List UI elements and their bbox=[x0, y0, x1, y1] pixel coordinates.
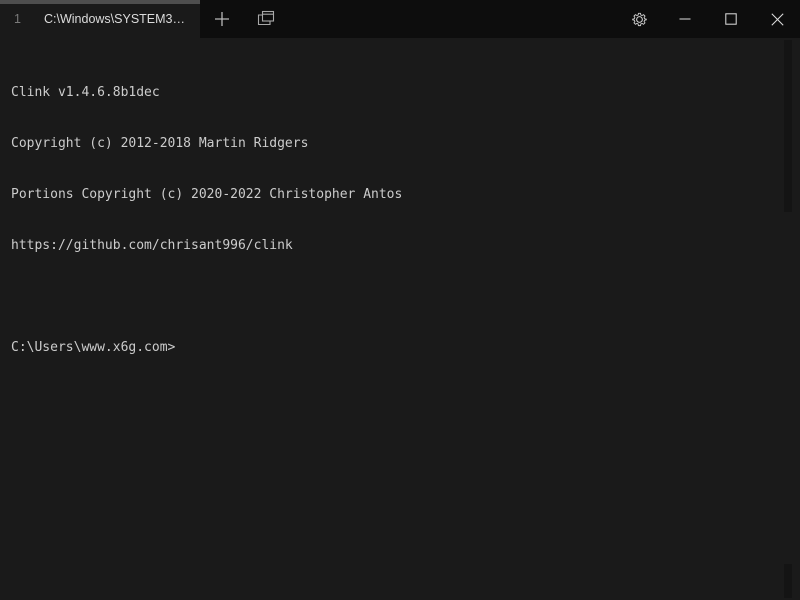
terminal-scrollbar[interactable] bbox=[782, 38, 800, 600]
tab-title-label: C:\Windows\SYSTEM3… bbox=[44, 12, 186, 26]
terminal-pane[interactable]: Clink v1.4.6.8b1dec Copyright (c) 2012-2… bbox=[0, 38, 800, 600]
scrollbar-thumb[interactable] bbox=[784, 40, 792, 212]
maximize-button[interactable] bbox=[708, 0, 754, 38]
maximize-icon bbox=[725, 13, 737, 25]
plus-icon bbox=[213, 10, 231, 28]
titlebar[interactable]: 1 C:\Windows\SYSTEM3… bbox=[0, 0, 800, 38]
terminal-line: Copyright (c) 2012-2018 Martin Ridgers bbox=[11, 136, 309, 151]
terminal-window: 1 C:\Windows\SYSTEM3… Clink v1.4.6.8b1de… bbox=[0, 0, 800, 600]
panes-icon bbox=[256, 9, 276, 29]
terminal-output: Clink v1.4.6.8b1dec Copyright (c) 2012-2… bbox=[11, 50, 402, 390]
tab-strip: 1 C:\Windows\SYSTEM3… bbox=[0, 0, 200, 38]
scrollbar-bottom-marker[interactable] bbox=[784, 564, 792, 598]
terminal-line: https://github.com/chrisant996/clink bbox=[11, 238, 293, 253]
terminal-line: Clink v1.4.6.8b1dec bbox=[11, 85, 160, 100]
terminal-line: Portions Copyright (c) 2020-2022 Christo… bbox=[11, 187, 403, 202]
tab-index-label: 1 bbox=[14, 12, 21, 26]
panes-button[interactable] bbox=[244, 0, 288, 38]
close-button[interactable] bbox=[754, 0, 800, 38]
terminal-prompt: C:\Users\www.x6g.com> bbox=[11, 340, 176, 355]
titlebar-drag-area[interactable] bbox=[288, 0, 616, 38]
gear-icon bbox=[631, 11, 648, 28]
settings-button[interactable] bbox=[616, 0, 662, 38]
tab-item-1[interactable]: 1 C:\Windows\SYSTEM3… bbox=[0, 0, 200, 38]
close-icon bbox=[770, 12, 784, 26]
minimize-button[interactable] bbox=[662, 0, 708, 38]
new-tab-button[interactable] bbox=[200, 0, 244, 38]
minimize-icon bbox=[679, 13, 691, 25]
